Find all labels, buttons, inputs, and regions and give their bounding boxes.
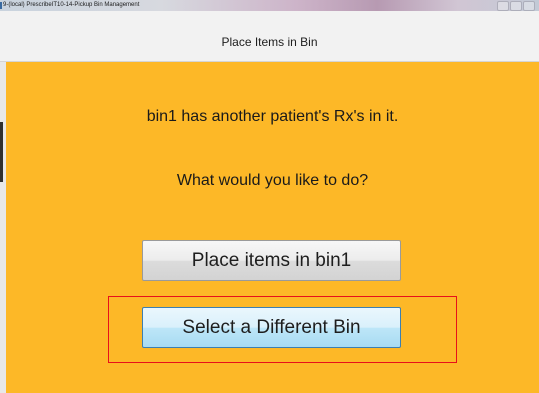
left-edge-marker — [0, 122, 3, 182]
page-header: Place Items in Bin — [0, 11, 539, 62]
page-title: Place Items in Bin — [221, 35, 318, 49]
maximize-icon[interactable] — [510, 1, 522, 11]
select-different-bin-button[interactable]: Select a Different Bin — [142, 307, 401, 348]
message-panel: bin1 has another patient's Rx's in it. W… — [6, 62, 539, 393]
window-titlebar: 9-(local) PrescribeIT10-14-Pickup Bin Ma… — [0, 0, 539, 11]
window-controls — [497, 1, 535, 11]
app-icon — [0, 2, 2, 9]
bin-occupied-message: bin1 has another patient's Rx's in it. — [146, 108, 399, 125]
close-icon[interactable] — [523, 1, 535, 11]
window-title: 9-(local) PrescribeIT10-14-Pickup Bin Ma… — [3, 2, 140, 8]
minimize-icon[interactable] — [497, 1, 509, 11]
prompt-question: What would you like to do? — [176, 172, 369, 189]
place-items-button[interactable]: Place items in bin1 — [142, 240, 401, 281]
